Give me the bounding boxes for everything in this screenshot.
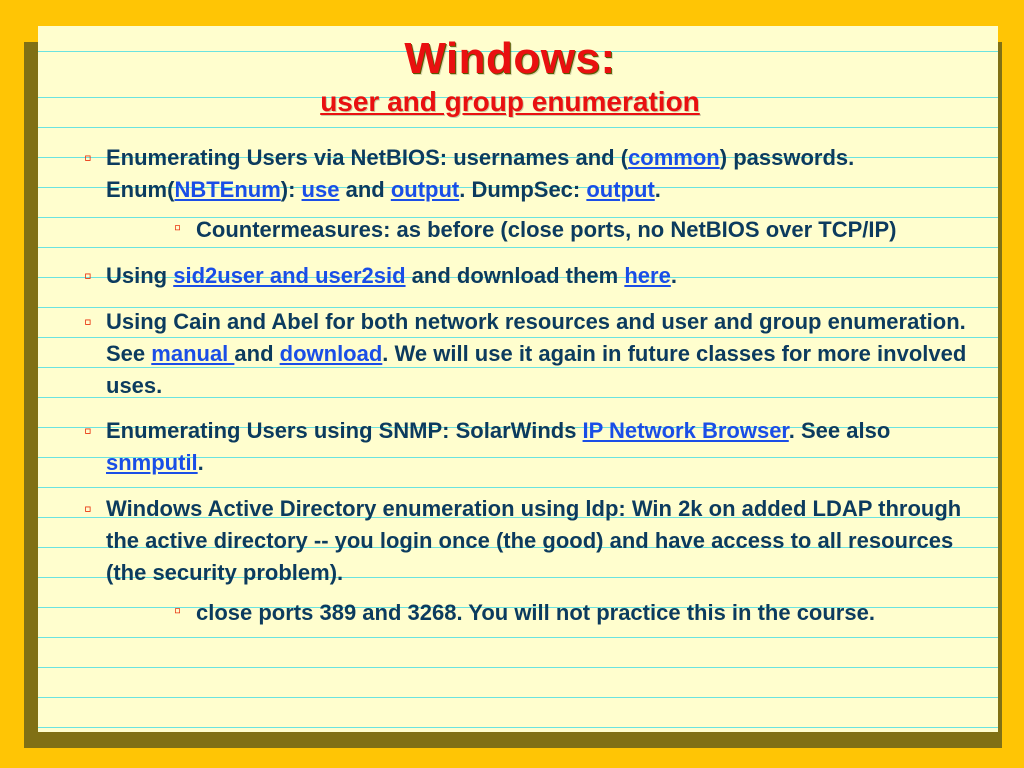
text: . bbox=[655, 177, 661, 202]
slide-title: Windows: bbox=[50, 36, 970, 82]
sub-bullet: Countermeasures: as before (close ports,… bbox=[106, 214, 970, 246]
bullet-item: Windows Active Directory enumeration usi… bbox=[50, 493, 970, 629]
bullet-item: Enumerating Users via NetBIOS: usernames… bbox=[50, 142, 970, 246]
bullet-item: Using Cain and Abel for both network res… bbox=[50, 306, 970, 402]
link-here[interactable]: here bbox=[624, 263, 670, 288]
text: and bbox=[339, 177, 390, 202]
text: . bbox=[198, 450, 204, 475]
link-download[interactable]: download bbox=[280, 341, 383, 366]
bullet-item: Enumerating Users using SNMP: SolarWinds… bbox=[50, 415, 970, 479]
text: and bbox=[234, 341, 279, 366]
text: Enumerating Users via NetBIOS: usernames… bbox=[106, 145, 628, 170]
link-use[interactable]: use bbox=[302, 177, 340, 202]
bullet-item: Using sid2user and user2sid and download… bbox=[50, 260, 970, 292]
text: Windows Active Directory enumeration usi… bbox=[106, 496, 961, 585]
link-manual[interactable]: manual bbox=[151, 341, 234, 366]
bullet-list: Enumerating Users via NetBIOS: usernames… bbox=[50, 142, 970, 629]
link-common[interactable]: common bbox=[628, 145, 720, 170]
slide-subtitle: user and group enumeration bbox=[50, 86, 970, 118]
link-dumpsec-output[interactable]: output bbox=[586, 177, 654, 202]
link-ip-network-browser[interactable]: IP Network Browser bbox=[583, 418, 789, 443]
title-block: Windows: user and group enumeration bbox=[50, 36, 970, 118]
sub-list: Countermeasures: as before (close ports,… bbox=[106, 214, 970, 246]
text: . DumpSec: bbox=[459, 177, 586, 202]
link-nbtenum[interactable]: NBTEnum bbox=[174, 177, 280, 202]
text: Using bbox=[106, 263, 173, 288]
text: . See also bbox=[789, 418, 891, 443]
link-output[interactable]: output bbox=[391, 177, 459, 202]
sub-bullet: close ports 389 and 3268. You will not p… bbox=[106, 597, 970, 629]
lined-paper: Windows: user and group enumeration Enum… bbox=[38, 26, 998, 732]
text: ): bbox=[281, 177, 302, 202]
link-snmputil[interactable]: snmputil bbox=[106, 450, 198, 475]
link-sid2user[interactable]: sid2user and user2sid bbox=[173, 263, 405, 288]
text: Enumerating Users using SNMP: SolarWinds bbox=[106, 418, 583, 443]
text: . bbox=[671, 263, 677, 288]
text: and download them bbox=[406, 263, 625, 288]
sub-list: close ports 389 and 3268. You will not p… bbox=[106, 597, 970, 629]
